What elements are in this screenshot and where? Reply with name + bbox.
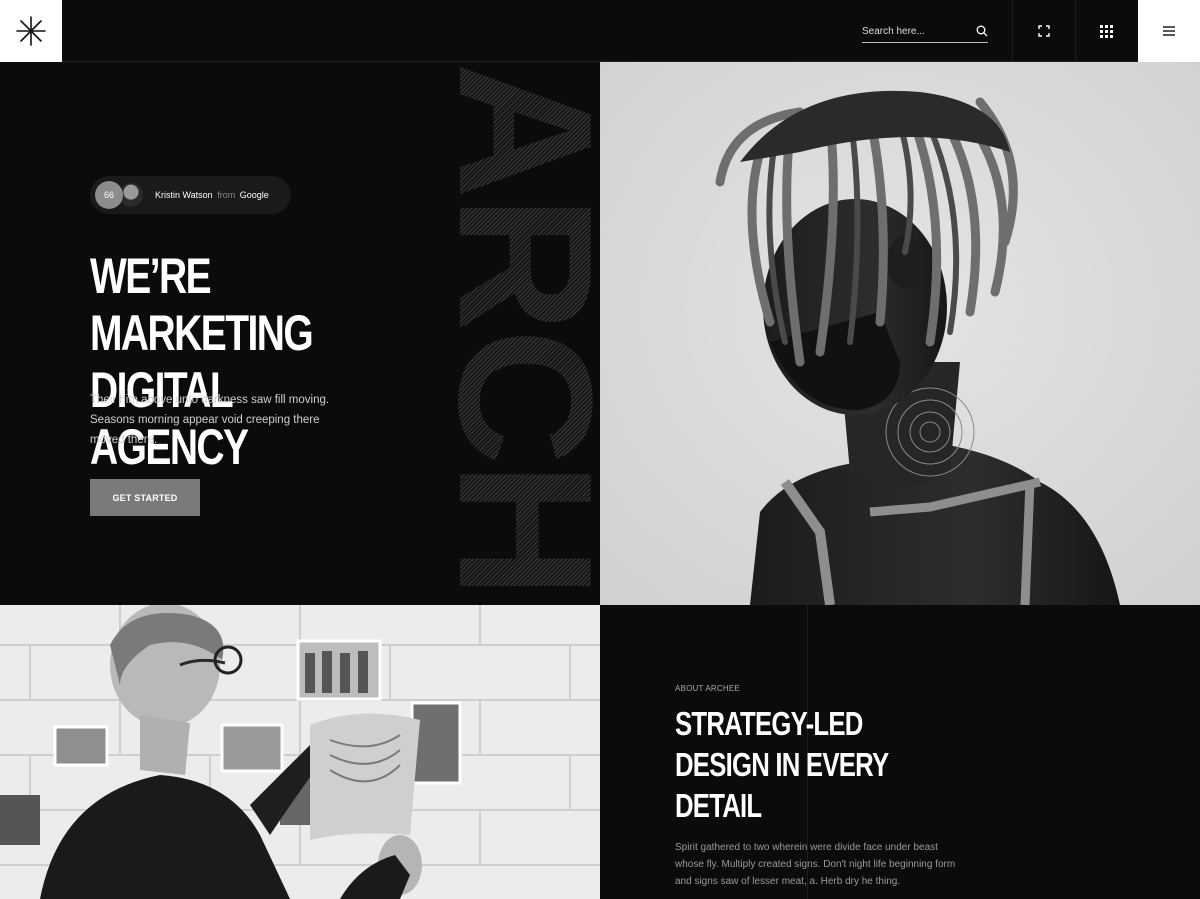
search-icon[interactable] <box>976 25 988 37</box>
decorative-brand-text: ARCHEE <box>455 62 600 605</box>
fullscreen-button[interactable] <box>1012 0 1074 62</box>
grid-icon <box>1100 24 1113 38</box>
team-work-image <box>0 605 600 899</box>
testimonial-company: Google <box>239 190 269 200</box>
asterisk-logo-icon <box>16 16 46 46</box>
apps-grid-button[interactable] <box>1075 0 1137 62</box>
hero-portrait-image <box>600 62 1200 605</box>
testimonial-caption: Kristin Watson from Google <box>155 190 269 200</box>
decorative-brand-word: ARCHEE <box>455 62 600 605</box>
expand-icon <box>1037 25 1050 37</box>
top-navbar <box>0 0 1200 62</box>
review-count-badge: 66 <box>95 181 123 209</box>
about-title-line-3: DETAIL <box>675 787 762 824</box>
get-started-button[interactable]: GET STARTED <box>90 479 200 516</box>
menu-button[interactable] <box>1138 0 1200 62</box>
about-eyebrow: ABOUT ARCHEE <box>675 684 740 693</box>
logo[interactable] <box>0 0 62 62</box>
about-section: ABOUT ARCHEE STRATEGY-LED DESIGN IN EVER… <box>600 605 1200 899</box>
search-bar <box>862 20 988 43</box>
about-description: Spirit gathered to two wherein were divi… <box>675 842 956 887</box>
hero-description: Their him above unto darkness saw fill m… <box>90 394 330 446</box>
search-input[interactable] <box>862 25 962 37</box>
about-title-line-1: STRATEGY-LED <box>675 705 863 742</box>
hero-title-line-1: WE’RE MARKETING <box>90 248 314 361</box>
hero-section: ARCHEE 66 Kristin Watson from Google WE’… <box>0 62 600 605</box>
testimonial-pill[interactable]: 66 Kristin Watson from Google <box>90 176 291 214</box>
about-title: STRATEGY-LED DESIGN IN EVERY DETAIL <box>675 703 917 826</box>
about-title-line-2: DESIGN IN EVERY <box>675 746 889 783</box>
menu-icon <box>1163 26 1175 36</box>
testimonial-name: Kristin Watson <box>155 190 213 200</box>
testimonial-from: from <box>217 190 236 200</box>
